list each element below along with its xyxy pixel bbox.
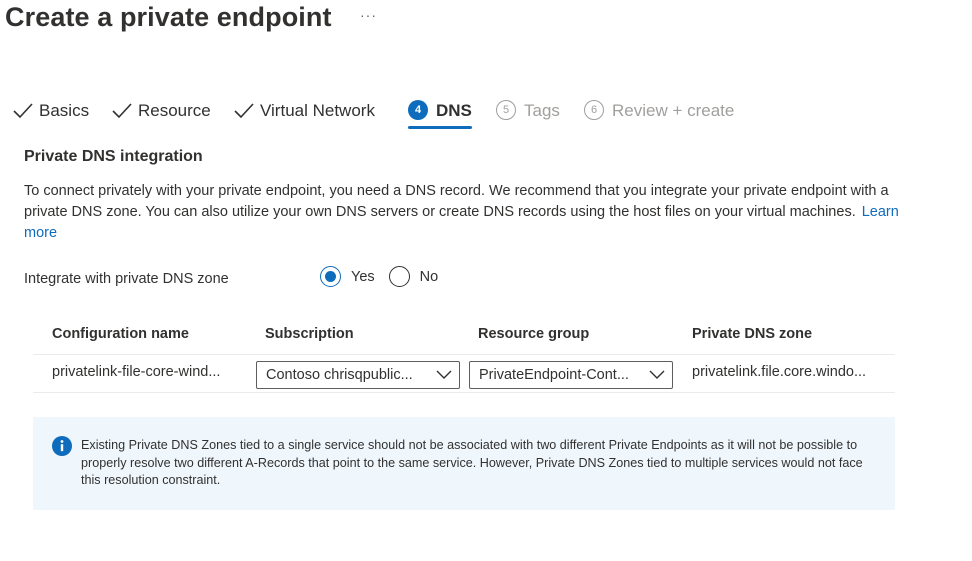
resource-group-dropdown[interactable]: PrivateEndpoint-Cont...	[469, 361, 673, 389]
active-tab-indicator	[408, 126, 472, 129]
configuration-name-cell: privatelink-file-core-wind...	[52, 364, 221, 380]
integrate-dns-label: Integrate with private DNS zone	[24, 271, 229, 287]
resource-group-value: PrivateEndpoint-Cont...	[479, 367, 629, 383]
column-header-resource-group: Resource group	[478, 326, 590, 342]
integrate-dns-radio-group: Yes No	[320, 266, 452, 287]
tab-review-create[interactable]: 6 Review + create	[584, 96, 734, 132]
tab-basics[interactable]: Basics	[12, 96, 89, 132]
subscription-value: Contoso chrisqpublic...	[266, 367, 413, 383]
page-title: Create a private endpoint	[5, 2, 332, 32]
checkmark-icon	[233, 96, 255, 126]
subscription-dropdown[interactable]: Contoso chrisqpublic...	[256, 361, 460, 389]
radio-no[interactable]: No	[388, 266, 439, 287]
step-number-icon: 5	[496, 100, 516, 120]
tab-label: Basics	[39, 101, 90, 120]
table-row: privatelink-file-core-wind... Contoso ch…	[33, 355, 895, 393]
tab-label: Review + create	[612, 101, 735, 120]
table-header: Configuration name Subscription Resource…	[33, 318, 895, 355]
tab-label: Virtual Network	[260, 101, 375, 120]
column-header-subscription: Subscription	[265, 326, 354, 342]
tab-virtual-network[interactable]: Virtual Network	[233, 96, 375, 132]
tab-label: Tags	[524, 101, 560, 120]
info-icon	[52, 436, 72, 456]
radio-yes[interactable]: Yes	[320, 266, 375, 287]
column-header-private-dns-zone: Private DNS zone	[692, 326, 813, 342]
checkmark-icon	[111, 96, 133, 126]
radio-checked-icon	[320, 266, 341, 287]
tab-resource[interactable]: Resource	[111, 96, 211, 132]
step-number-icon: 4	[408, 100, 428, 120]
step-number-icon: 6	[584, 100, 604, 120]
private-dns-zone-cell: privatelink.file.core.windo...	[692, 364, 867, 380]
description-text: To connect privately with your private e…	[24, 183, 889, 220]
tab-label: Resource	[138, 101, 211, 120]
info-message-text: Existing Private DNS Zones tied to a sin…	[81, 438, 863, 487]
section-description: To connect privately with your private e…	[24, 181, 904, 244]
radio-label: No	[419, 268, 439, 285]
chevron-down-icon	[642, 362, 672, 388]
tab-tags[interactable]: 5 Tags	[496, 96, 560, 132]
info-message-bar: Existing Private DNS Zones tied to a sin…	[33, 417, 895, 510]
section-title: Private DNS integration	[24, 148, 203, 165]
tab-dns[interactable]: 4 DNS	[408, 96, 472, 132]
dns-configuration-table: Configuration name Subscription Resource…	[33, 318, 895, 393]
checkmark-icon	[12, 96, 34, 126]
radio-label: Yes	[351, 268, 375, 285]
column-header-configuration-name: Configuration name	[52, 326, 189, 342]
more-options-button[interactable]: ···	[360, 7, 377, 23]
chevron-down-icon	[429, 362, 459, 388]
radio-unchecked-icon	[388, 266, 410, 287]
tab-label: DNS	[436, 101, 472, 120]
